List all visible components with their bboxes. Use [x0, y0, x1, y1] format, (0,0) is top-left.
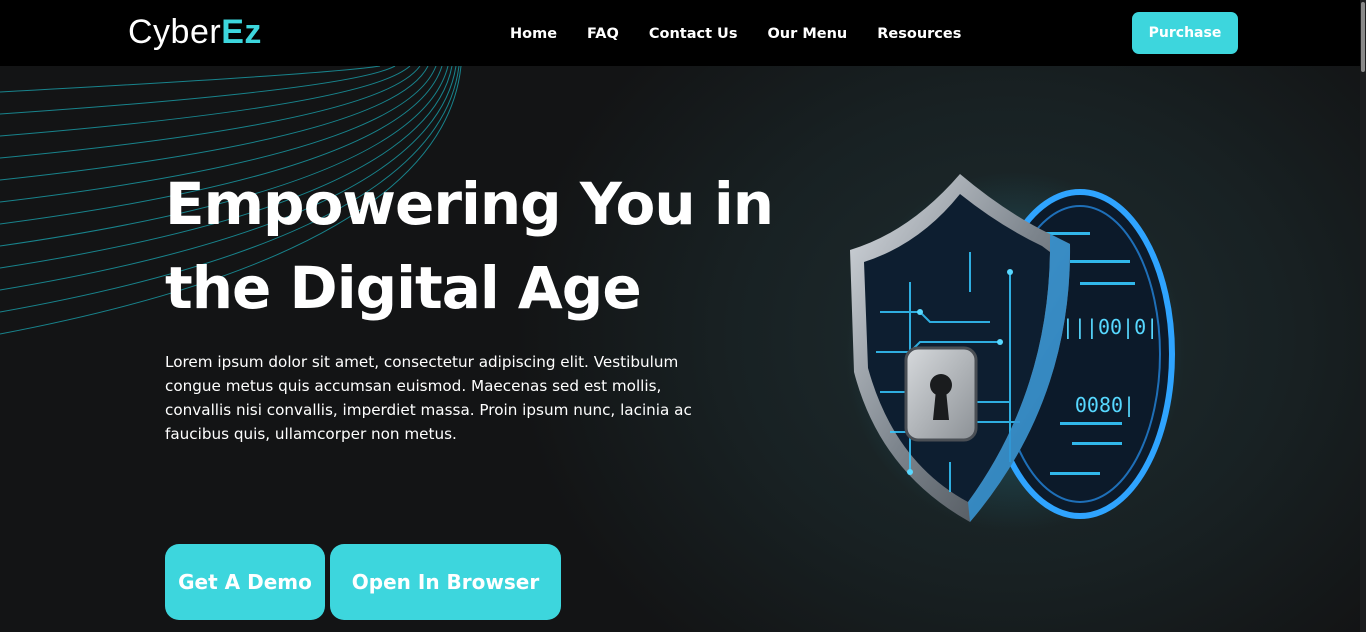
- nav-link-resources[interactable]: Resources: [862, 22, 976, 46]
- open-in-browser-button[interactable]: Open In Browser: [330, 544, 561, 620]
- nav-link-contact-us[interactable]: Contact Us: [634, 22, 753, 46]
- scrollbar[interactable]: [1360, 0, 1366, 632]
- shield-code-text-1: |||00|0|: [1062, 315, 1158, 339]
- navbar: CyberEz Home FAQ Contact Us Our Menu Res…: [0, 0, 1366, 66]
- purchase-button[interactable]: Purchase: [1132, 12, 1238, 54]
- hero-title-line-1: Empowering You in: [165, 170, 774, 238]
- shield-lock-icon: |||00|0| 0080|: [845, 172, 1185, 532]
- logo-text-cyber: Cyber: [128, 13, 222, 51]
- logo-text-ez: Ez: [221, 13, 262, 51]
- shield-code-text-2: 0080|: [1075, 393, 1135, 417]
- nav-link-our-menu[interactable]: Our Menu: [752, 22, 862, 46]
- hero-title-line-2: the Digital Age: [165, 254, 642, 322]
- nav-link-home[interactable]: Home: [495, 22, 572, 46]
- nav-links: Home FAQ Contact Us Our Menu Resources: [495, 22, 976, 46]
- get-demo-button[interactable]: Get A Demo: [165, 544, 325, 620]
- logo[interactable]: CyberEz: [128, 10, 262, 54]
- hero-title: Empowering You in the Digital Age: [165, 162, 805, 330]
- scrollbar-thumb[interactable]: [1361, 2, 1365, 72]
- nav-link-faq[interactable]: FAQ: [572, 22, 634, 46]
- hero-section: Empowering You in the Digital Age Lorem …: [0, 66, 1366, 632]
- hero-description: Lorem ipsum dolor sit amet, consectetur …: [165, 353, 692, 443]
